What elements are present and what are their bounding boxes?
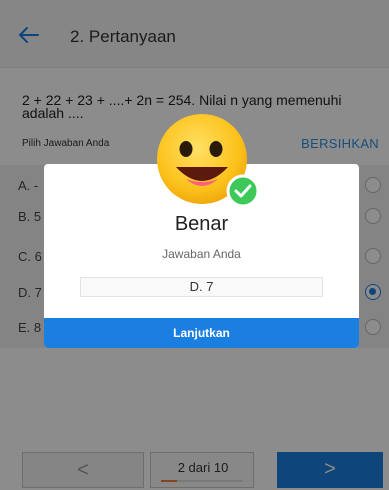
selected-answer-box: D. 7 (80, 277, 323, 297)
continue-button[interactable]: Lanjutkan (44, 318, 359, 348)
dialog-title: Benar (174, 213, 229, 235)
smiley-face-icon (142, 113, 264, 209)
check-circle-icon (226, 174, 260, 208)
dialog-subtitle: Jawaban Anda (162, 247, 241, 261)
